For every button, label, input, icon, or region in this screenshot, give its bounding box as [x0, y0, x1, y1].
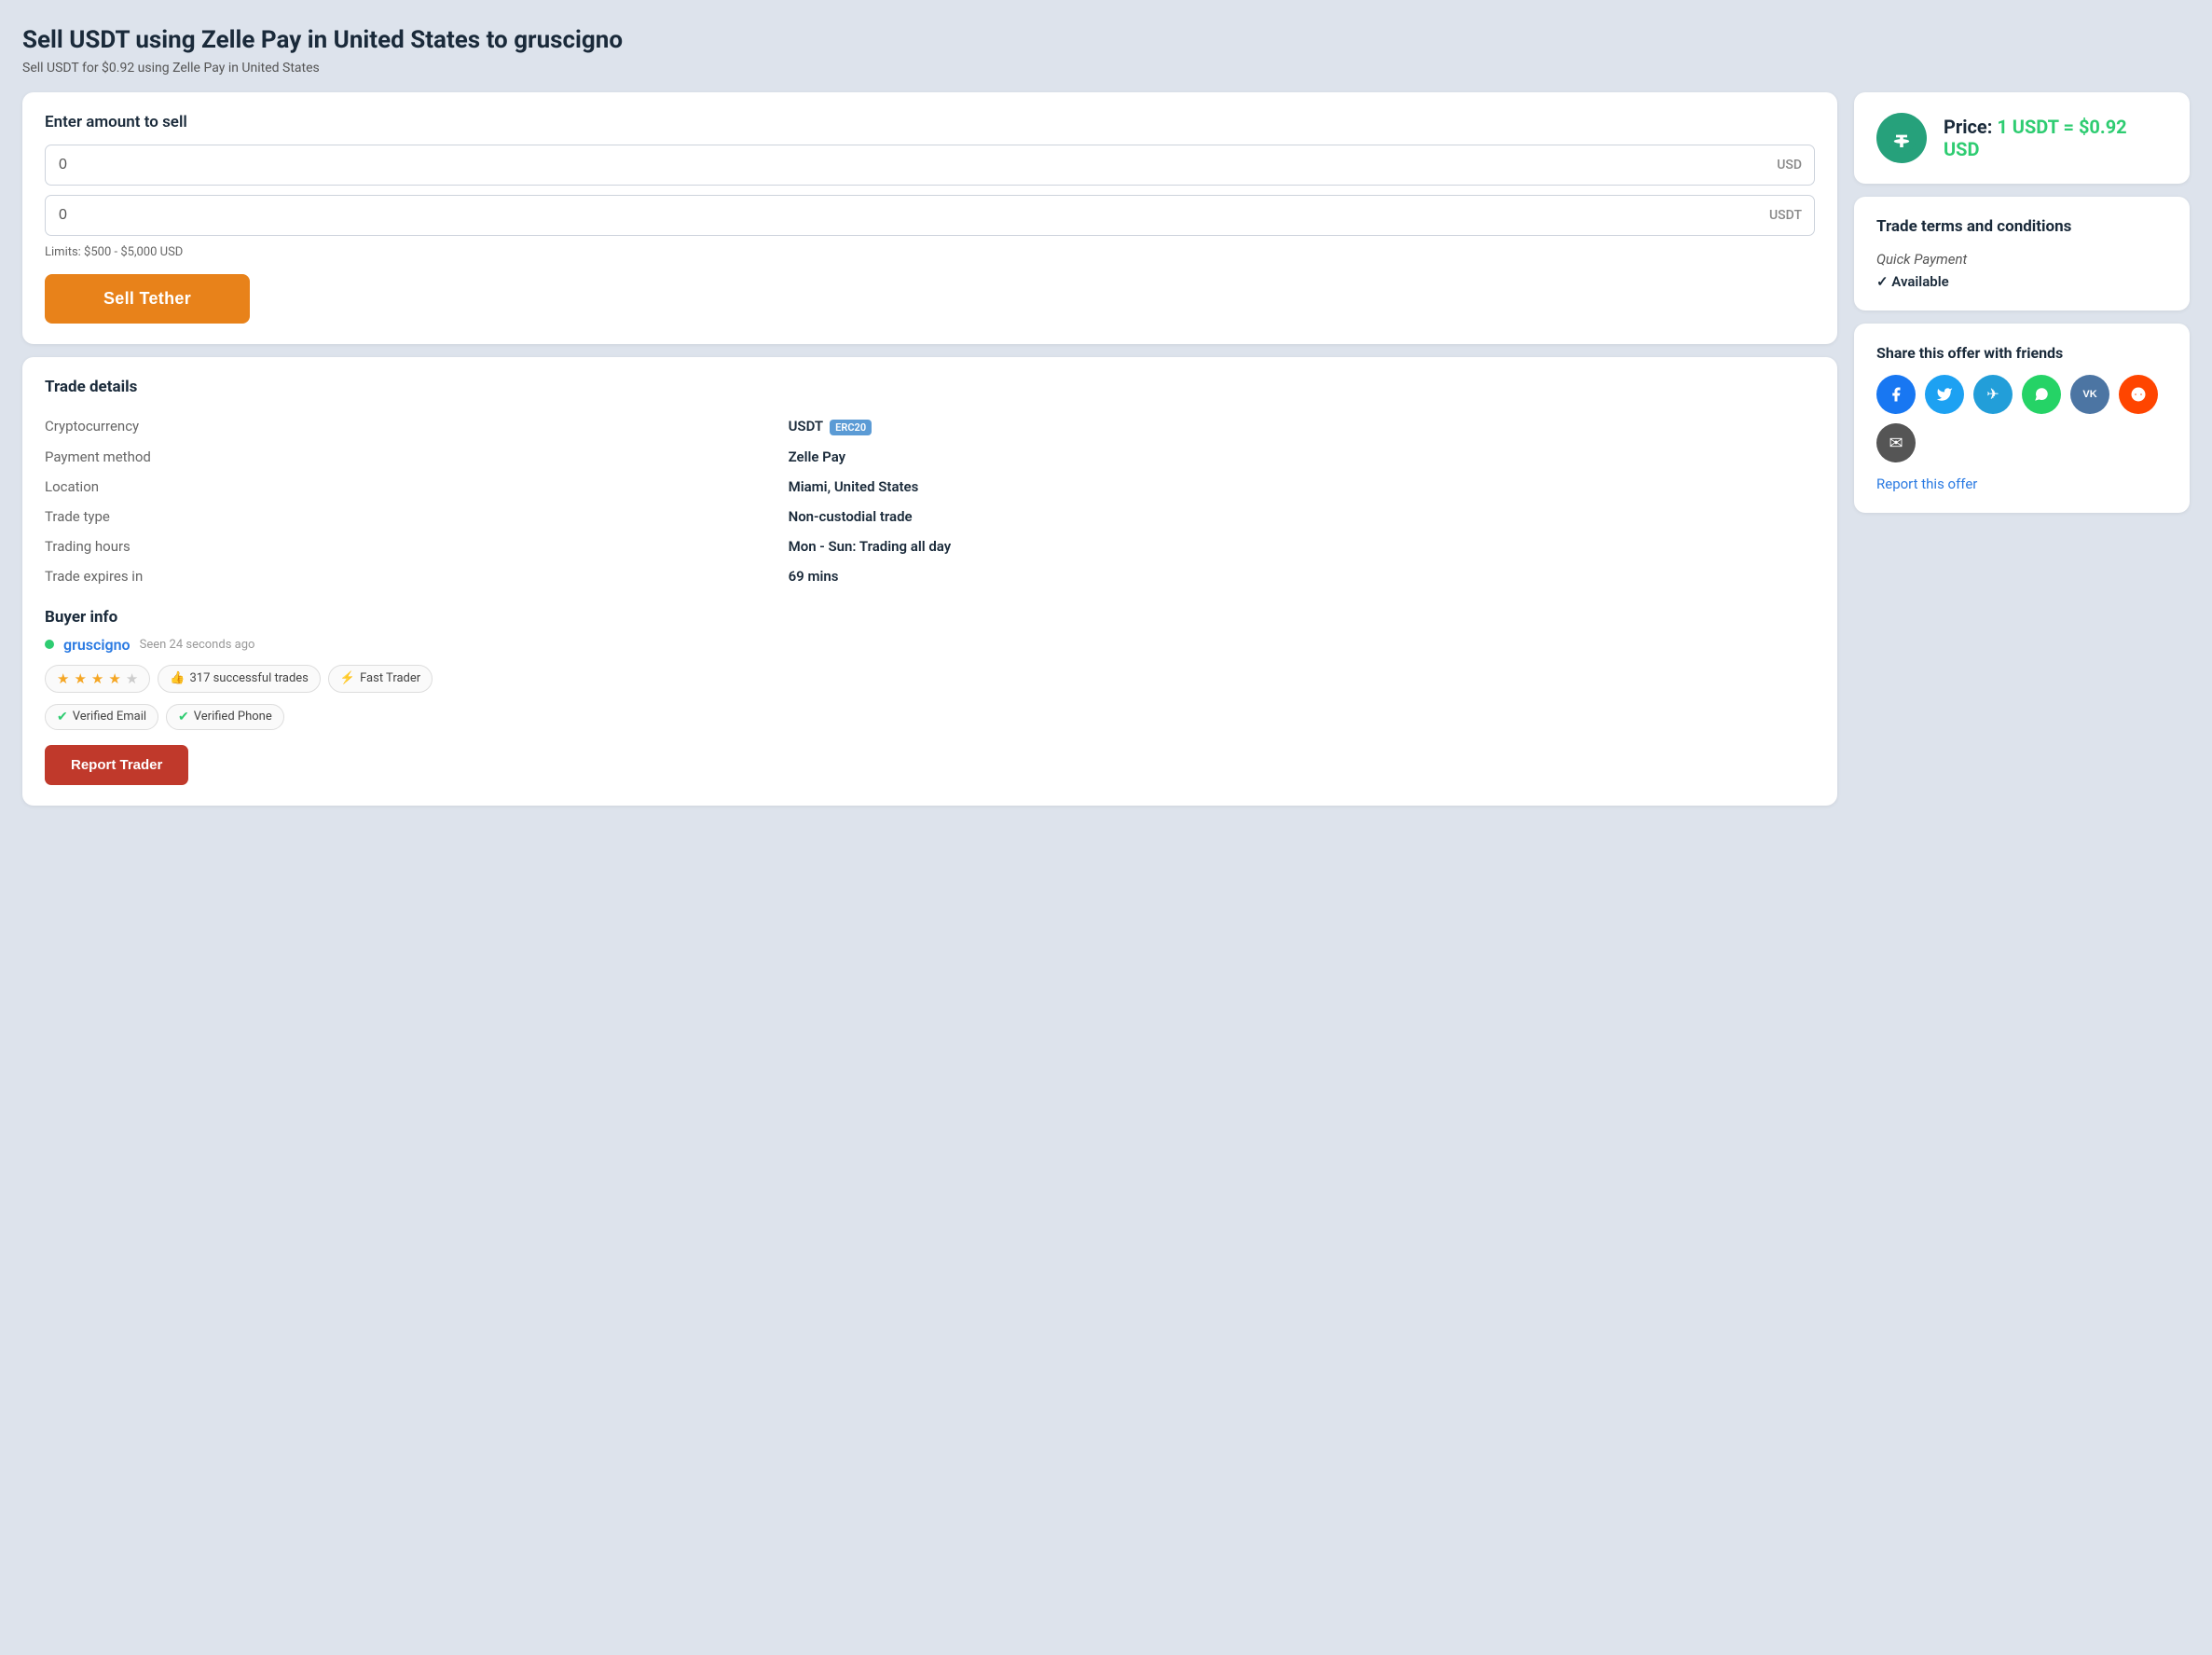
trade-details-card: Trade details CryptocurrencyUSDTERC20Pay…	[22, 357, 1837, 806]
trade-condition: Quick Payment	[1876, 251, 2167, 268]
telegram-icon: ✈	[1986, 385, 1999, 404]
whatsapp-share-button[interactable]	[2022, 375, 2061, 414]
online-indicator	[45, 640, 54, 649]
page-header: Sell USDT using Zelle Pay in United Stat…	[22, 26, 2190, 76]
facebook-share-button[interactable]	[1876, 375, 1916, 414]
sell-tether-button[interactable]: Sell Tether	[45, 274, 250, 324]
trade-detail-row: Trade expires in69 mins	[45, 561, 1815, 591]
erc20-badge: ERC20	[830, 420, 872, 435]
buyer-username[interactable]: gruscigno	[63, 636, 131, 654]
right-column: Price: 1 USDT = $0.92 USD Trade terms an…	[1854, 92, 2190, 513]
buyer-row: gruscigno Seen 24 seconds ago	[45, 636, 1815, 654]
reddit-share-button[interactable]	[2119, 375, 2158, 414]
buyer-seen: Seen 24 seconds ago	[140, 638, 255, 652]
verified-phone-badge: ✔ Verified Phone	[166, 704, 284, 730]
usd-input[interactable]	[45, 145, 1815, 186]
page-subtitle: Sell USDT for $0.92 using Zelle Pay in U…	[22, 61, 2190, 76]
tether-icon	[1876, 113, 1927, 163]
left-column: Enter amount to sell USD USDT Limits: $5…	[22, 92, 1837, 806]
price-text: Price: 1 USDT = $0.92 USD	[1944, 116, 2167, 160]
share-card: Share this offer with friends ✈ VK	[1854, 324, 2190, 513]
verified-email-label: Verified Email	[73, 710, 146, 724]
star-icon-1: ★	[57, 670, 69, 687]
usdt-input[interactable]	[45, 195, 1815, 236]
enter-amount-card: Enter amount to sell USD USDT Limits: $5…	[22, 92, 1837, 344]
trade-detail-label: Trade type	[45, 502, 789, 531]
trade-details-table: CryptocurrencyUSDTERC20Payment methodZel…	[45, 411, 1815, 591]
buyer-info-title: Buyer info	[45, 608, 1815, 627]
trade-details-title: Trade details	[45, 378, 1815, 396]
badges-row: ★ ★ ★ ★ ★ 👍 317 successful trades ⚡ Fast…	[45, 665, 1815, 693]
amount-label: Enter amount to sell	[45, 113, 1815, 131]
page-title: Sell USDT using Zelle Pay in United Stat…	[22, 26, 2190, 55]
share-title: Share this offer with friends	[1876, 344, 2167, 362]
main-layout: Enter amount to sell USD USDT Limits: $5…	[22, 92, 2190, 806]
verified-badges-row: ✔ Verified Email ✔ Verified Phone	[45, 704, 1815, 730]
trade-detail-value: USDTERC20	[789, 411, 1815, 442]
email-share-button[interactable]: ✉	[1876, 423, 1916, 462]
trade-detail-row: LocationMiami, United States	[45, 472, 1815, 502]
telegram-share-button[interactable]: ✈	[1973, 375, 2013, 414]
social-buttons-row: ✈ VK ✉	[1876, 375, 2167, 462]
fast-trader-badge: ⚡ Fast Trader	[328, 665, 433, 693]
trade-detail-label: Cryptocurrency	[45, 411, 789, 442]
available-status: ✓ Available	[1876, 273, 2167, 290]
verified-email-badge: ✔ Verified Email	[45, 704, 158, 730]
trade-detail-row: Trade typeNon-custodial trade	[45, 502, 1815, 531]
twitter-share-button[interactable]	[1925, 375, 1964, 414]
price-label: Price:	[1944, 116, 1992, 138]
thumbsup-icon: 👍	[170, 671, 185, 685]
report-trader-button[interactable]: Report Trader	[45, 745, 188, 785]
vk-icon: VK	[2082, 389, 2096, 400]
check-email-icon: ✔	[57, 710, 68, 724]
trade-detail-value: Zelle Pay	[789, 442, 1815, 472]
report-offer-link[interactable]: Report this offer	[1876, 476, 1977, 492]
star-icon-4: ★	[108, 670, 120, 687]
verified-phone-label: Verified Phone	[194, 710, 272, 724]
trade-detail-label: Payment method	[45, 442, 789, 472]
limits-text: Limits: $500 - $5,000 USD	[45, 245, 1815, 259]
trade-detail-label: Trading hours	[45, 531, 789, 561]
star-icon-5: ★	[126, 670, 138, 687]
vk-share-button[interactable]: VK	[2070, 375, 2109, 414]
trade-detail-value: Miami, United States	[789, 472, 1815, 502]
check-phone-icon: ✔	[178, 710, 189, 724]
lightning-icon: ⚡	[340, 671, 355, 685]
star-icon-2: ★	[74, 670, 86, 687]
trade-detail-label: Trade expires in	[45, 561, 789, 591]
trade-detail-row: Trading hoursMon - Sun: Trading all day	[45, 531, 1815, 561]
email-icon: ✉	[1889, 434, 1903, 453]
successful-trades-label: 317 successful trades	[189, 671, 308, 685]
trade-terms-title: Trade terms and conditions	[1876, 217, 2167, 236]
fast-trader-label: Fast Trader	[360, 671, 420, 685]
trade-detail-value: Non-custodial trade	[789, 502, 1815, 531]
trade-detail-label: Location	[45, 472, 789, 502]
trade-detail-value: 69 mins	[789, 561, 1815, 591]
trade-terms-card: Trade terms and conditions Quick Payment…	[1854, 197, 2190, 310]
successful-trades-badge: 👍 317 successful trades	[158, 665, 321, 693]
trade-detail-row: CryptocurrencyUSDTERC20	[45, 411, 1815, 442]
usdt-input-group: USDT	[45, 195, 1815, 236]
star-icon-3: ★	[91, 670, 103, 687]
price-card: Price: 1 USDT = $0.92 USD	[1854, 92, 2190, 184]
usd-input-group: USD	[45, 145, 1815, 186]
trade-detail-row: Payment methodZelle Pay	[45, 442, 1815, 472]
trade-detail-value: Mon - Sun: Trading all day	[789, 531, 1815, 561]
star-rating-badge: ★ ★ ★ ★ ★	[45, 665, 150, 693]
